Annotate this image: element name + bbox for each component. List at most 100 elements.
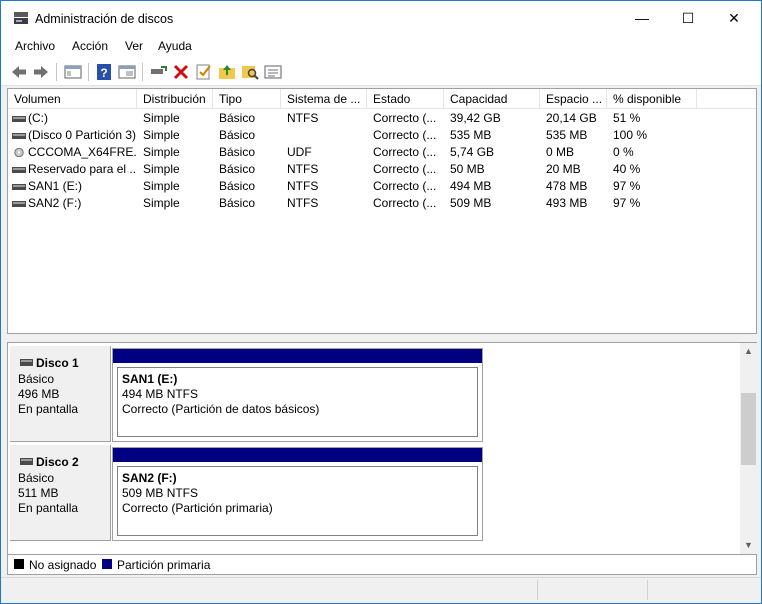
partition-size: 494 MB NTFS	[122, 387, 199, 401]
menu-ver[interactable]: Ver	[125, 39, 143, 53]
primary-partition-bar	[113, 349, 482, 363]
list-header: Volumen Distribución Tipo Sistema de ...…	[8, 89, 756, 109]
disk-management-app-icon	[14, 12, 28, 24]
column-capacidad[interactable]: Capacidad	[444, 89, 540, 109]
cell-capacity: 535 MB	[450, 128, 492, 142]
maximize-icon: ☐	[681, 10, 695, 26]
table-row[interactable]: (Disco 0 Partición 3) Simple Básico Correct…	[8, 127, 756, 144]
table-row[interactable]: SAN1 (E:) Simple Básico NTFS Correcto (... 49…	[8, 178, 756, 195]
column-sistema-archivos[interactable]: Sistema de ...	[281, 89, 367, 109]
cell-layout: Simple	[143, 111, 180, 125]
scroll-up-icon[interactable]: ▲	[740, 343, 757, 360]
folder-up-icon[interactable]	[217, 62, 237, 82]
unallocated-swatch	[14, 559, 24, 569]
cell-fs	[287, 127, 367, 144]
delete-icon[interactable]	[171, 62, 191, 82]
minimize-button[interactable]: —	[619, 1, 665, 36]
table-row[interactable]: SAN2 (F:) Simple Básico NTFS Correcto (... 50…	[8, 195, 756, 212]
disk-state: En pantalla	[18, 402, 79, 416]
partition-status: Correcto (Partición primaria)	[122, 501, 273, 515]
status-pane	[647, 580, 759, 600]
drive-icon	[12, 167, 26, 173]
volume-list: Volumen Distribución Tipo Sistema de ...…	[7, 88, 757, 334]
disk-size: 511 MB	[18, 486, 59, 500]
cell-fs: NTFS	[287, 196, 319, 210]
disk-type: Básico	[18, 471, 55, 485]
cell-free: 0 MB	[546, 145, 575, 159]
partition-san1[interactable]: SAN1 (E:) 494 MB NTFS Correcto (Partició…	[112, 348, 483, 442]
cell-free: 20 MB	[546, 162, 581, 176]
drive-icon	[12, 133, 26, 139]
cell-pct: 40 %	[613, 162, 641, 176]
search-folder-icon[interactable]	[240, 62, 260, 82]
help-icon[interactable]: ?	[94, 62, 114, 82]
column-tipo[interactable]: Tipo	[213, 89, 281, 109]
cell-layout: Simple	[143, 145, 180, 159]
console-tree-icon[interactable]	[63, 62, 83, 82]
close-button[interactable]: ✕	[711, 1, 757, 36]
cell-type: Básico	[219, 196, 256, 210]
column-volumen[interactable]: Volumen	[8, 89, 137, 109]
cell-name: CCCOMA_X64FRE...	[28, 145, 136, 159]
disk-name: Disco 1	[36, 356, 79, 370]
disk-name: Disco 2	[36, 455, 79, 469]
table-row[interactable]: (C:) Simple Básico NTFS Correcto (... 39,42 G…	[8, 110, 756, 127]
column-porcentaje-disponible[interactable]: % disponible	[607, 89, 697, 109]
cell-status: Correcto (...	[373, 196, 437, 210]
cell-layout: Simple	[143, 162, 180, 176]
svg-text:?: ?	[100, 66, 107, 80]
primary-partition-bar	[113, 448, 482, 462]
cell-pct: 0 %	[613, 145, 634, 159]
vertical-scrollbar[interactable]: ▲ ▼	[740, 343, 757, 554]
cell-free: 493 MB	[546, 196, 588, 210]
cell-status: Correcto (...	[373, 145, 437, 159]
cell-status: Correcto (...	[373, 162, 437, 176]
cell-capacity: 5,74 GB	[450, 145, 495, 159]
properties-icon[interactable]	[117, 62, 137, 82]
cell-free: 20,14 GB	[546, 111, 597, 125]
close-icon: ✕	[728, 10, 740, 26]
pane-splitter[interactable]	[7, 334, 757, 342]
drive-icon	[12, 201, 26, 207]
partition-box: SAN1 (E:) 494 MB NTFS Correcto (Partició…	[117, 367, 478, 437]
disk-management-window: Administración de discos — ☐ ✕ Archivo A…	[0, 0, 762, 604]
cell-layout: Simple	[143, 196, 180, 210]
disk-icon	[20, 458, 33, 465]
maximize-button[interactable]: ☐	[665, 1, 711, 36]
disk-1-label[interactable]: Disco 1 Básico 496 MB En pantalla	[10, 346, 111, 442]
title-bar: Administración de discos — ☐ ✕	[1, 1, 761, 36]
scroll-down-icon[interactable]: ▼	[740, 537, 757, 554]
toolbar-separator	[56, 63, 57, 81]
check-icon[interactable]	[194, 62, 214, 82]
cell-layout: Simple	[143, 128, 180, 142]
cell-capacity: 39,42 GB	[450, 111, 501, 125]
disk-type: Básico	[18, 372, 55, 386]
cell-fs: UDF	[287, 145, 312, 159]
connect-icon[interactable]	[148, 62, 168, 82]
menu-ayuda[interactable]: Ayuda	[158, 39, 192, 53]
status-bar	[1, 577, 761, 603]
partition-san2[interactable]: SAN2 (F:) 509 MB NTFS Correcto (Partició…	[112, 447, 483, 541]
disk-icon	[20, 359, 33, 366]
forward-icon[interactable]	[31, 62, 51, 82]
cell-free: 478 MB	[546, 179, 588, 193]
legend-unallocated: No asignado	[29, 558, 97, 572]
primary-partition-swatch	[102, 559, 112, 569]
cell-layout: Simple	[143, 179, 180, 193]
list-view-icon[interactable]	[263, 62, 283, 82]
back-icon[interactable]	[9, 62, 29, 82]
column-estado[interactable]: Estado	[367, 89, 444, 109]
menu-accion[interactable]: Acción	[72, 39, 108, 53]
disk-2-label[interactable]: Disco 2 Básico 511 MB En pantalla	[10, 445, 111, 541]
table-row[interactable]: Reservado para el ... Simple Básico NTFS Cor…	[8, 161, 756, 178]
partition-size: 509 MB NTFS	[122, 486, 199, 500]
menu-archivo[interactable]: Archivo	[15, 39, 55, 53]
cell-capacity: 50 MB	[450, 162, 485, 176]
cell-name: (Disco 0 Partición 3)	[28, 128, 136, 142]
toolbar: ?	[1, 58, 761, 86]
column-distribucion[interactable]: Distribución	[137, 89, 213, 109]
scroll-thumb[interactable]	[741, 393, 756, 465]
table-row[interactable]: CCCOMA_X64FRE... Simple Básico UDF Correcto …	[8, 144, 756, 161]
column-espacio-libre[interactable]: Espacio ...	[540, 89, 607, 109]
cell-status: Correcto (...	[373, 111, 437, 125]
